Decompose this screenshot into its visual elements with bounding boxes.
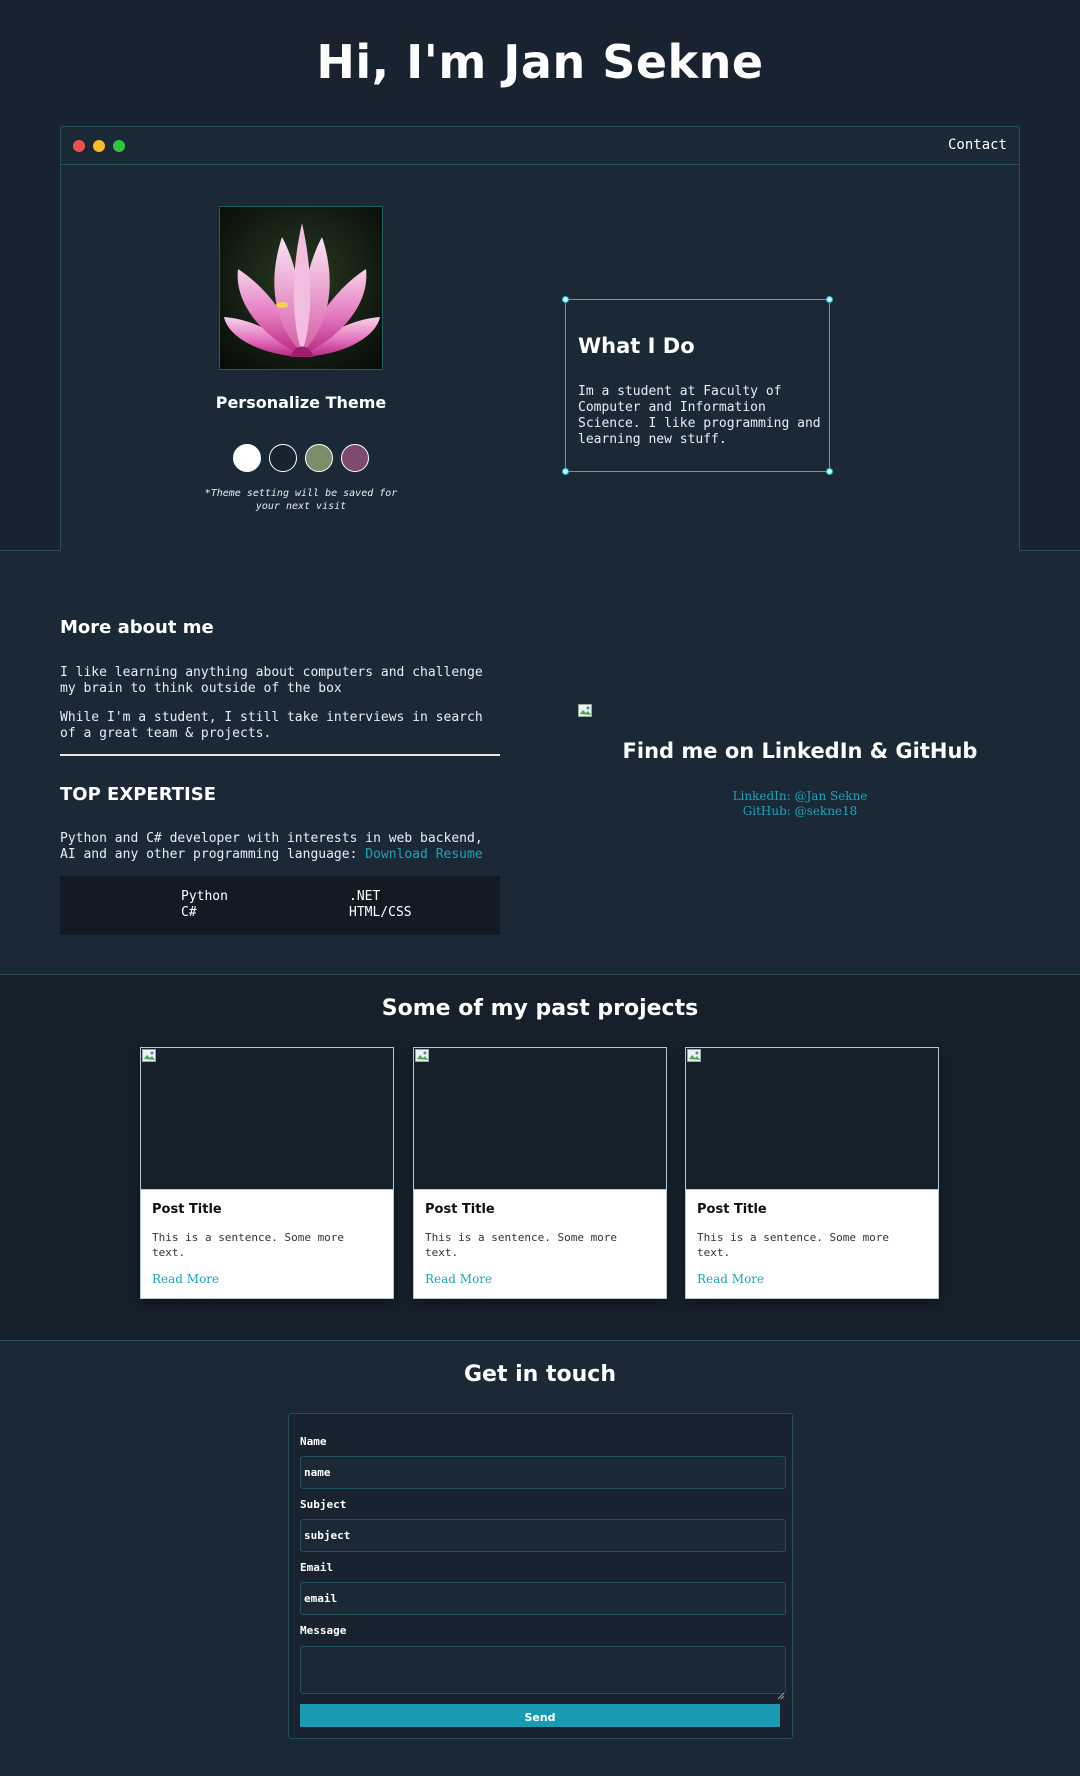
project-description: This is a sentence. Some more text. — [697, 1231, 890, 1259]
projects-title: Some of my past projects — [381, 996, 699, 1021]
personalize-theme-title: Personalize Theme — [215, 393, 387, 412]
profile-lotus-image — [219, 206, 383, 370]
subject-label: Subject — [300, 1498, 347, 1511]
contact-title: Get in touch — [463, 1362, 616, 1387]
broken-image-icon — [415, 1049, 431, 1065]
contact-nav-link[interactable]: Contact — [948, 137, 1007, 153]
theme-swatch-purple[interactable] — [341, 444, 369, 472]
about-paragraph: While I'm a student, I still take interv… — [60, 710, 483, 741]
skill-item: HTML/CSS — [349, 905, 412, 920]
send-button[interactable]: Send — [300, 1704, 780, 1727]
project-title: Post Title — [425, 1202, 495, 1217]
projects-section: Some of my past projects Post Title This… — [0, 975, 1080, 1341]
project-title: Post Title — [697, 1202, 767, 1217]
section-divider — [60, 754, 500, 756]
skill-item: .NET — [349, 889, 381, 904]
project-description: This is a sentence. Some more text. — [152, 1231, 345, 1259]
what-i-do-title: What I Do — [578, 334, 695, 358]
email-label: Email — [300, 1561, 334, 1574]
window-minimize-dot — [93, 140, 105, 152]
email-field[interactable] — [300, 1582, 786, 1615]
broken-image-icon — [142, 1049, 158, 1065]
theme-save-note: *Theme setting will be saved for your ne… — [204, 488, 398, 512]
corner-handle — [562, 296, 569, 303]
more-about-title: More about me — [60, 617, 214, 638]
read-more-link[interactable]: Read More — [425, 1272, 492, 1286]
theme-swatches — [233, 444, 369, 474]
project-description: This is a sentence. Some more text. — [425, 1231, 618, 1259]
project-card[interactable]: Post Title This is a sentence. Some more… — [413, 1047, 667, 1299]
skill-item: Python — [181, 889, 228, 904]
expertise-description: Python and C# developer with interests i… — [60, 831, 500, 863]
name-field[interactable] — [300, 1456, 786, 1489]
read-more-link[interactable]: Read More — [697, 1272, 764, 1286]
what-i-do-card: What I Do Im a student at Faculty of Com… — [562, 296, 833, 475]
what-i-do-text: Im a student at Faculty of Computer and … — [578, 384, 821, 447]
linkedin-link[interactable]: LinkedIn: @Jan Sekne — [560, 789, 1040, 803]
broken-image-icon — [687, 1049, 703, 1065]
top-expertise-title: TOP EXPERTISE — [60, 784, 216, 805]
project-title: Post Title — [152, 1202, 222, 1217]
contact-form: Name Subject Email Message Send — [288, 1413, 793, 1739]
about-section: More about me I like learning anything a… — [0, 551, 1080, 975]
github-link[interactable]: GitHub: @sekne18 — [560, 804, 1040, 818]
about-paragraph: I like learning anything about computers… — [60, 665, 483, 696]
broken-image-icon — [578, 704, 594, 720]
message-label: Message — [300, 1624, 347, 1637]
download-resume-link[interactable]: Download Resume — [365, 847, 482, 862]
project-thumbnail — [686, 1048, 938, 1190]
browser-window-mock: Contact Personalize Theme *Theme setting… — [60, 126, 1020, 552]
read-more-link[interactable]: Read More — [152, 1272, 219, 1286]
window-title-bar: Contact — [61, 127, 1019, 165]
corner-handle — [826, 296, 833, 303]
project-card[interactable]: Post Title This is a sentence. Some more… — [140, 1047, 394, 1299]
project-thumbnail — [414, 1048, 666, 1190]
window-maximize-dot — [113, 140, 125, 152]
skill-item: C# — [181, 905, 197, 920]
find-me-title: Find me on LinkedIn & GitHub — [622, 739, 978, 763]
contact-section: Get in touch Name Subject Email Message … — [0, 1341, 1080, 1776]
project-thumbnail — [141, 1048, 393, 1190]
theme-swatch-dark[interactable] — [269, 444, 297, 472]
theme-swatch-light[interactable] — [233, 444, 261, 472]
window-close-dot — [73, 140, 85, 152]
greeting-section: Hi, I'm Jan Sekne Contact Personalize Th… — [0, 0, 1080, 552]
theme-swatch-green[interactable] — [305, 444, 333, 472]
page-title: Hi, I'm Jan Sekne — [316, 35, 764, 89]
corner-handle — [562, 468, 569, 475]
resize-grip-icon[interactable] — [777, 1685, 785, 1700]
subject-field[interactable] — [300, 1519, 786, 1552]
message-field[interactable] — [300, 1646, 786, 1694]
name-label: Name — [300, 1435, 327, 1448]
project-card[interactable]: Post Title This is a sentence. Some more… — [685, 1047, 939, 1299]
corner-handle — [826, 468, 833, 475]
skills-box: Python C# .NET HTML/CSS — [60, 876, 500, 935]
